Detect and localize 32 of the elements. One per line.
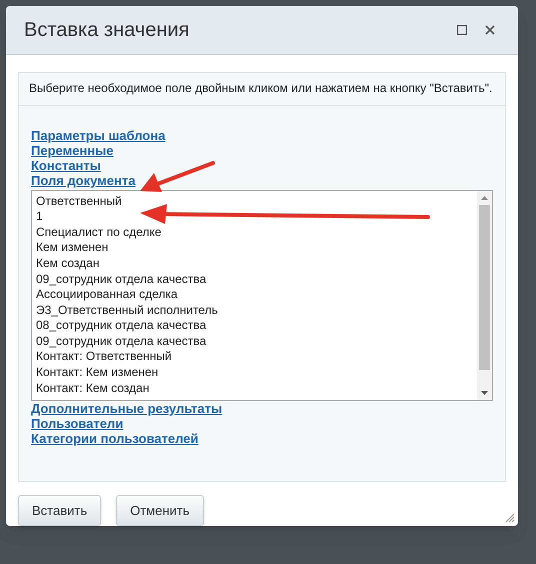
list-option[interactable]: Контакт: Кем создан (36, 380, 477, 396)
list-option[interactable]: Ассоциированная сделка (36, 287, 477, 303)
list-option[interactable]: Кем изменен (36, 240, 477, 256)
list-option[interactable]: Контакт: Кем изменен (36, 365, 477, 381)
dialog-button[interactable]: Вставить (18, 495, 102, 526)
group-link[interactable]: Параметры шаблона (31, 128, 166, 143)
group-link[interactable]: Категории пользователей (31, 430, 198, 446)
field-listbox[interactable] (31, 190, 493, 401)
group-link[interactable]: Поля документа (31, 172, 136, 188)
maximize-button[interactable] (456, 24, 468, 36)
scrollbar-thumb[interactable] (479, 204, 490, 370)
group-link[interactable]: Переменные (31, 142, 114, 158)
group-link[interactable]: Пользователи (31, 416, 124, 431)
group-link[interactable]: Константы (31, 158, 101, 173)
list-option[interactable]: Ответственный (36, 194, 477, 210)
list-option[interactable]: 1 (36, 209, 477, 225)
close-icon (485, 24, 495, 35)
list-option[interactable]: Кем создан (36, 256, 477, 272)
list-option[interactable]: 09_сотрудник отдела качества (36, 334, 477, 350)
maximize-icon (457, 24, 467, 35)
group-link[interactable]: Дополнительные результаты (31, 400, 222, 416)
dialog-button[interactable]: Отменить (116, 495, 204, 526)
dialog-title: Вставка значения (24, 18, 190, 43)
list-option[interactable]: Э3_Ответственный исполнитель (36, 302, 477, 318)
hint-text: Выберите необходимое поле двойным кликом или нажатием на кнопку "Вставить". (29, 80, 494, 96)
list-option[interactable]: Специалист по сделке (36, 224, 477, 240)
list-option[interactable]: 08_сотрудник отдела качества (36, 318, 477, 334)
close-button[interactable] (484, 24, 496, 36)
list-option[interactable]: Контакт: Ответственный (36, 349, 477, 366)
scrollbar[interactable] (477, 190, 492, 400)
resize-grip-icon[interactable] (505, 513, 515, 523)
list-option[interactable]: 09_сотрудник отдела качества (36, 272, 477, 288)
